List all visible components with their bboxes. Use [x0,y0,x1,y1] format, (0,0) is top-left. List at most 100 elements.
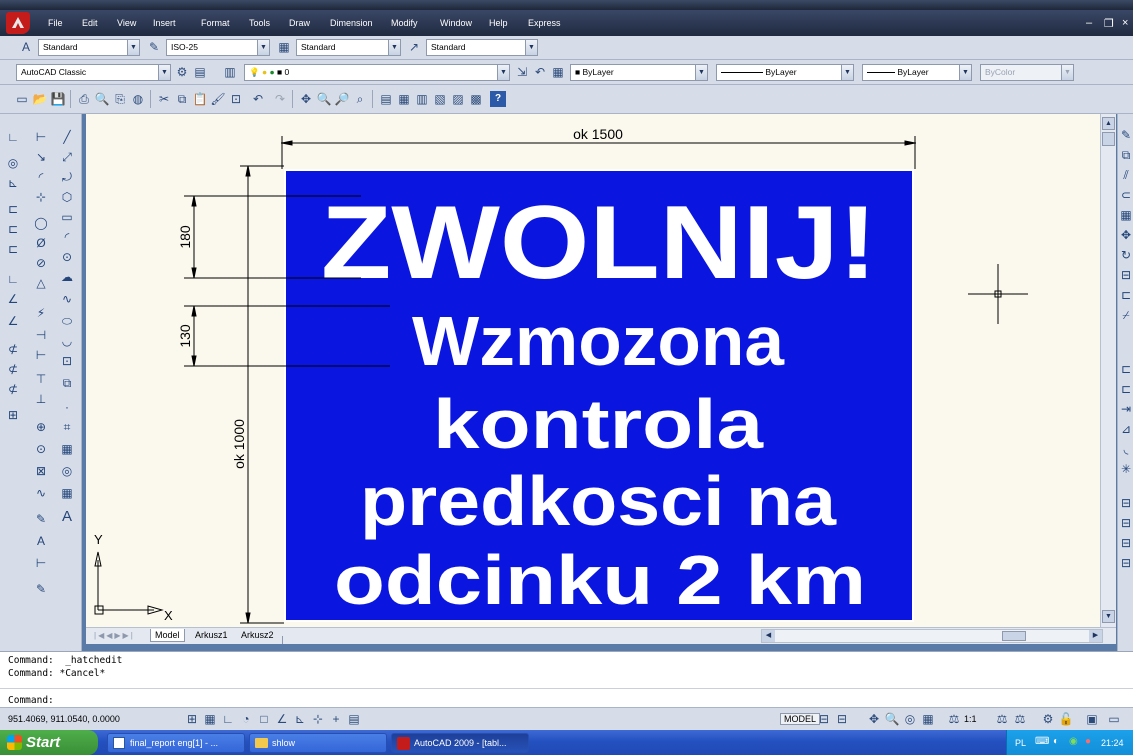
explode-icon[interactable]: ✳ [1117,460,1133,478]
dim-jogged2-icon[interactable]: Ø [32,234,50,252]
menu-view[interactable]: View [117,18,136,28]
markup-icon[interactable]: ▨ [450,91,466,107]
menu-dimension[interactable]: Dimension [330,18,373,28]
zoom-window-icon[interactable]: 🔎 [334,91,350,107]
model-space-toggle[interactable]: MODEL [780,713,821,725]
dim-continue-icon[interactable]: ⊏ [4,220,22,238]
chevron-down-icon[interactable]: ▼ [959,64,972,81]
design-center-icon[interactable]: ▦ [396,91,412,107]
pan-icon[interactable]: ✥ [298,91,314,107]
mirror-icon[interactable]: ⫽ [1117,166,1133,184]
status-tray-settings-icon[interactable]: ▣ [1084,711,1100,727]
dim-baseline-icon[interactable]: ⊏ [4,200,22,218]
layer-previous-icon[interactable]: ↶ [532,64,548,80]
scale-icon[interactable]: ⊟ [1117,266,1133,284]
scroll-left-icon[interactable]: ◀ [762,630,775,642]
menu-tools[interactable]: Tools [249,18,270,28]
grid-icon[interactable]: ▦ [202,711,218,727]
cut-icon[interactable]: ✂ [156,91,172,107]
jogged-linear-icon[interactable]: ∿ [32,484,50,502]
antivirus-icon[interactable]: ◉ [1069,736,1078,747]
layer-state-icon[interactable]: ▥ [222,64,238,80]
polygon-icon[interactable]: ⬡ [58,188,76,206]
offset-icon[interactable]: ⊂ [1117,186,1133,204]
keyboard-icon[interactable]: ⌨ [1035,736,1049,747]
new-file-icon[interactable]: ▭ [14,91,30,107]
text-style-icon[interactable]: A [18,39,34,55]
tab-arkusz1[interactable]: Arkusz1 [191,630,232,640]
scroll-up-icon[interactable]: ▲ [1102,117,1115,130]
dim-aligned-icon[interactable]: ↘ [32,148,50,166]
help-icon[interactable]: ? [490,91,506,107]
zoom-status-icon[interactable]: 🔍 [884,711,900,727]
linetype-select[interactable]: ByLayer [716,64,842,81]
chevron-down-icon[interactable]: ▼ [158,64,171,81]
vertical-scrollbar[interactable]: ▲ ▼ [1100,114,1116,627]
match-properties-icon[interactable]: 🖌 [210,91,226,107]
arc-icon[interactable]: ◜ [58,228,76,246]
chevron-down-icon[interactable]: ▼ [127,39,140,56]
dim-radius-icon[interactable]: ◎ [4,154,22,172]
tool-palettes-icon[interactable]: ▥ [414,91,430,107]
task-final-report[interactable]: final_report eng[1] - ... [107,733,245,753]
layer-state-manager-icon[interactable]: ▦ [550,64,566,80]
point-icon[interactable]: · [58,398,76,416]
menu-modify[interactable]: Modify [391,18,418,28]
polar-icon[interactable]: ◔ [238,711,254,727]
chevron-down-icon[interactable]: ▼ [257,39,270,56]
ortho-icon[interactable]: ∟ [220,711,236,727]
plot-icon[interactable]: ⎙ [76,91,92,107]
sheet-set-icon[interactable]: ▧ [432,91,448,107]
gradient-icon[interactable]: ▦ [58,440,76,458]
dim-arc-icon[interactable]: ∠ [4,312,22,330]
ducs-icon[interactable]: ⊾ [292,711,308,727]
pan-status-icon[interactable]: ✥ [866,711,882,727]
drawing-canvas[interactable]: ZWOLNIJ! Wzmozona kontrola predkosci na … [86,114,1100,627]
restore-icon[interactable]: ❐ [1104,17,1114,30]
tab-model[interactable]: Model [150,629,185,642]
copy-icon[interactable]: ⧉ [174,91,190,107]
make-block-icon[interactable]: ⧉ [58,374,76,392]
zoom-realtime-icon[interactable]: 🔍 [316,91,332,107]
dim-continue2-icon[interactable]: ⊢ [32,346,50,364]
dim-space2-icon[interactable]: ⊤ [32,370,50,388]
text-style-select[interactable]: Standard [38,39,128,56]
revision-cloud-icon[interactable]: ☁ [58,268,76,286]
chevron-down-icon[interactable]: ▼ [841,64,854,81]
task-shlow[interactable]: shlow [249,733,387,753]
quick-view-drawings-icon[interactable]: ⊟ [834,711,850,727]
ellipse-arc-icon[interactable]: ◡ [58,332,76,350]
dim-style-icon[interactable]: ✎ [32,580,50,598]
dim-space-icon[interactable]: ⊏ [4,240,22,258]
chevron-down-icon[interactable]: ▼ [497,64,510,81]
inspect-icon[interactable]: ⊠ [32,462,50,480]
table-style-select[interactable]: Standard [296,39,389,56]
make-current-layer-icon[interactable]: ⇲ [514,64,530,80]
alert-icon[interactable]: ● [1085,736,1091,747]
otrack-icon[interactable]: ∠ [274,711,290,727]
workspace-select[interactable]: AutoCAD Classic [16,64,159,81]
paste-icon[interactable]: 📋 [192,91,208,107]
menu-express[interactable]: Express [528,18,561,28]
multiline-text-icon[interactable]: A [58,508,76,526]
rotate-icon[interactable]: ↻ [1117,246,1133,264]
dim-tolerance-icon[interactable]: ⊄ [4,340,22,358]
scroll-down-icon[interactable]: ▼ [1102,610,1115,623]
toolbar-lock-icon[interactable]: 🔓 [1058,711,1074,727]
ellipse-icon[interactable]: ⬭ [58,312,76,330]
lineweight-select[interactable]: ByLayer [862,64,960,81]
menu-edit[interactable]: Edit [82,18,98,28]
copy-object-icon[interactable]: ⧉ [1117,146,1133,164]
annotation-scale-value[interactable]: 1:1 [964,714,977,724]
gear-icon[interactable]: ⚙ [174,64,190,80]
tab-arkusz2[interactable]: Arkusz2 [237,630,278,640]
dim-ordinate-icon[interactable]: ∟ [4,270,22,288]
hatch-icon[interactable]: ⌗ [58,418,76,436]
dim-inspect-icon[interactable]: ⊄ [4,380,22,398]
qp-icon[interactable]: ▤ [346,711,362,727]
annotation-visibility-icon[interactable]: ⚖ [994,711,1010,727]
extend-icon[interactable]: ⇥ [1117,400,1133,418]
tab-nav-arrows-icon[interactable]: |◀◀▶▶| [94,631,135,640]
construction-line-icon[interactable]: ⤢ [58,148,76,166]
trim-icon[interactable]: ⌿ [1117,306,1133,324]
